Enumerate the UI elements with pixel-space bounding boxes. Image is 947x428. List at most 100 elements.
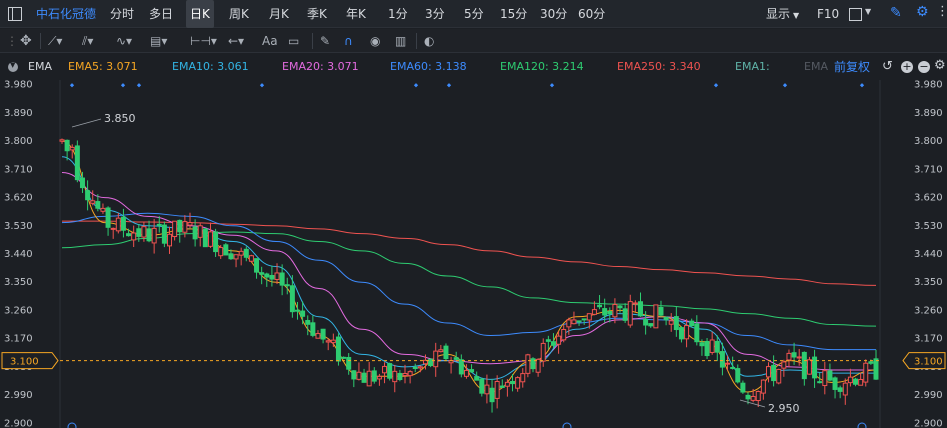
- chevron-down-icon[interactable]: ▼: [865, 7, 871, 16]
- candle-body: [115, 217, 121, 232]
- comment-icon[interactable]: ▭: [288, 32, 299, 50]
- period-tab[interactable]: 周K: [229, 0, 249, 28]
- period-tab[interactable]: 3分: [425, 0, 445, 28]
- period-tab[interactable]: 15分: [500, 0, 527, 28]
- line-tool-icon[interactable]: ⟋▾: [48, 32, 62, 50]
- checkbox-icon[interactable]: [849, 8, 862, 21]
- candle-body: [489, 387, 495, 403]
- candle-body: [842, 382, 848, 396]
- period-tab[interactable]: 多日: [149, 0, 173, 28]
- candle-body: [776, 368, 782, 384]
- candle-body: [868, 361, 874, 364]
- period-tab-active[interactable]: 日K: [186, 0, 214, 28]
- candle-body: [622, 308, 628, 321]
- candle-body: [392, 370, 398, 383]
- candle-body: [760, 379, 766, 394]
- price-tick-left: 3.890: [4, 108, 33, 119]
- trash-icon[interactable]: ▥: [395, 32, 406, 50]
- collapse-icon[interactable]: ▼: [8, 61, 18, 72]
- period-tab[interactable]: 5分: [464, 0, 484, 28]
- remove-icon[interactable]: −: [918, 61, 930, 73]
- candle-body: [146, 228, 152, 242]
- candle-body: [387, 363, 393, 379]
- candlestick-chart[interactable]: 3.980 3.890 3.800 3.710 3.620 3.530 3.440 3.350…: [0, 80, 947, 428]
- candle-body: [479, 378, 485, 394]
- price-tick-left: 3.530: [4, 221, 33, 232]
- pen-icon[interactable]: ✎: [890, 5, 902, 21]
- candle-body: [602, 308, 608, 316]
- candle-body: [673, 316, 679, 331]
- price-axis-right: 3.980 3.890 3.800 3.710 3.620 3.530 3.440 3.350…: [914, 80, 943, 428]
- candle-body: [714, 340, 720, 353]
- settings-icon[interactable]: ⚙: [934, 58, 946, 73]
- candle-body: [653, 304, 659, 329]
- period-tab[interactable]: 年K: [346, 0, 366, 28]
- magnet-icon[interactable]: ∩: [344, 32, 353, 50]
- indicator-name[interactable]: EMA: [28, 54, 52, 80]
- toggle-icon[interactable]: ◐: [424, 32, 434, 50]
- text-tool[interactable]: Aa: [262, 32, 278, 50]
- candle-body: [443, 345, 449, 360]
- price-tick-right: 3.530: [914, 221, 943, 232]
- candle-body: [120, 216, 126, 231]
- candle-body: [863, 362, 869, 383]
- candle-body: [796, 356, 802, 359]
- candle-body: [197, 225, 203, 238]
- candle-body: [259, 272, 265, 275]
- period-tab[interactable]: 1分: [388, 0, 408, 28]
- crosshair-icon[interactable]: ✥: [20, 32, 32, 50]
- event-marker: [713, 83, 719, 88]
- candle-body: [668, 320, 674, 325]
- period-tab[interactable]: 60分: [578, 0, 605, 28]
- candle-body: [284, 284, 290, 287]
- candle-body: [540, 342, 546, 362]
- event-marker: [413, 83, 419, 88]
- candle-body: [704, 340, 710, 357]
- low-pointer-line: [739, 399, 766, 408]
- sidebar-toggle-icon[interactable]: [8, 7, 22, 21]
- candle-body: [463, 369, 469, 377]
- more-icon[interactable]: ⋮: [936, 4, 947, 19]
- candle-body: [469, 369, 475, 373]
- adjust-mode-button[interactable]: 前复权: [834, 54, 870, 80]
- period-tab[interactable]: 分时: [110, 0, 134, 28]
- event-marker: [859, 83, 865, 88]
- candle-body: [581, 318, 587, 321]
- candle-body: [207, 231, 213, 247]
- price-axis-left: 3.980 3.890 3.800 3.710 3.620 3.530 3.440 3.350…: [4, 80, 33, 428]
- arrow-left-icon[interactable]: ←▾: [228, 32, 244, 50]
- indicator-bar: ▼ EMA EMA5: 3.071 EMA10: 3.061 EMA20: 3.…: [0, 54, 947, 80]
- event-markers: [69, 83, 865, 88]
- candle-body: [458, 359, 464, 375]
- eraser-icon[interactable]: ✎: [320, 32, 330, 50]
- period-tab[interactable]: 季K: [307, 0, 327, 28]
- add-icon[interactable]: +: [901, 61, 913, 73]
- range-tool-icon[interactable]: ⊢⊣▾: [190, 32, 217, 50]
- candle-body: [658, 306, 664, 316]
- candle-body: [750, 395, 756, 401]
- candle-body: [402, 373, 408, 377]
- candle-body: [817, 381, 823, 384]
- channel-tool-icon[interactable]: ⫽▾: [82, 32, 93, 50]
- candle-body: [827, 370, 833, 381]
- candles: [59, 138, 879, 413]
- candle-body: [832, 377, 838, 390]
- candle-body: [141, 226, 147, 238]
- candle-body: [361, 372, 367, 383]
- stock-name[interactable]: 中石化冠德: [36, 0, 96, 28]
- settings-icon[interactable]: ⚙: [916, 4, 929, 20]
- candle-body: [136, 228, 142, 237]
- period-tab[interactable]: 30分: [540, 0, 567, 28]
- period-tab[interactable]: 月K: [269, 0, 289, 28]
- grid-tool-icon[interactable]: ▤▾: [150, 32, 167, 50]
- ema1-label: EMA1:: [735, 60, 770, 73]
- candle-body: [438, 349, 444, 353]
- wave-tool-icon[interactable]: ∿▾: [116, 32, 132, 50]
- display-menu-button[interactable]: 显示 ▼: [766, 0, 799, 28]
- eye-icon[interactable]: ◉: [370, 32, 380, 50]
- undo-icon[interactable]: ↺: [882, 59, 893, 74]
- candle-body: [187, 222, 193, 226]
- candle-body: [586, 313, 592, 321]
- f10-button[interactable]: F10: [817, 0, 839, 28]
- price-tick-right: 3.620: [914, 193, 943, 204]
